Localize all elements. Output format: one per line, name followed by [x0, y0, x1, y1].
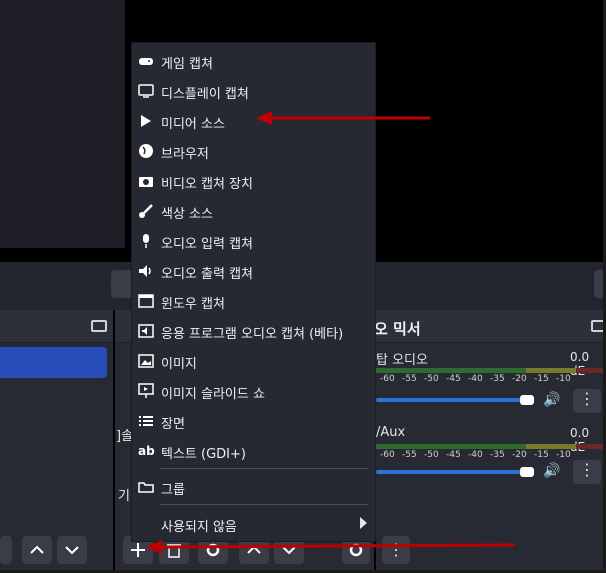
menu-item-label: 브라우저 [161, 147, 209, 162]
meter-tick: -15 [534, 374, 549, 384]
meter-tick: -10 [556, 450, 571, 460]
menu-item-label: 텍스트 (GDI+) [161, 447, 246, 462]
menu-item-label: 비디오 캡쳐 장치 [161, 177, 253, 192]
menu-item-label: 이미지 슬라이드 쇼 [161, 387, 265, 402]
meter-tick: -60 [380, 374, 395, 384]
meter-tick: -40 [468, 374, 483, 384]
preview-settings-button[interactable] [111, 270, 133, 298]
mixer-channel-name: /Aux [376, 425, 406, 440]
speaker-icon[interactable]: 🔊 [543, 392, 560, 408]
menu-item-scene[interactable]: 장면 [132, 406, 375, 436]
menu-item-game-capture[interactable]: 게임 캡쳐 [132, 46, 375, 76]
menu-item-label: 색상 소스 [161, 207, 213, 222]
meter-tick: -45 [446, 374, 461, 384]
scene-move-down-button[interactable] [57, 536, 87, 564]
menu-item-group[interactable]: 그룹 [132, 472, 375, 502]
volume-meter [376, 444, 603, 449]
menu-item-label: 오디오 입력 캡쳐 [161, 237, 253, 252]
submenu-arrow-icon [360, 517, 367, 529]
meter-tick: -15 [534, 450, 549, 460]
menu-item-audio-input-capture[interactable]: 오디오 입력 캡쳐 [132, 226, 375, 256]
menu-item-video-capture-device[interactable]: 비디오 캡쳐 장치 [132, 166, 375, 196]
menu-separator [160, 504, 368, 505]
annotation-arrow-icon [146, 540, 516, 554]
volume-meter [376, 368, 603, 373]
chevron-up-icon [30, 545, 44, 554]
folder-icon [138, 479, 154, 495]
scene-item-selected[interactable] [0, 347, 107, 378]
menu-item-label: 게임 캡쳐 [161, 57, 213, 72]
meter-tick: -60 [380, 450, 395, 460]
scene-move-up-button[interactable] [22, 536, 52, 564]
menu-item-image[interactable]: 이미지 [132, 346, 375, 376]
volume-slider[interactable] [376, 470, 526, 474]
preview-canvas-bottom [376, 248, 605, 262]
meter-tick: -45 [446, 450, 461, 460]
chevron-down-icon [65, 546, 79, 555]
meter-tick: -20 [512, 374, 527, 384]
meter-tick: -20 [512, 450, 527, 460]
volume-slider[interactable] [376, 398, 526, 402]
microphone-icon [138, 233, 154, 249]
menu-item-label: 사용되지 않음 [161, 520, 237, 535]
mixer-channel-name: 탑 오디오 [376, 353, 428, 368]
source-item-label: 기 [118, 489, 130, 504]
meter-tick: -50 [424, 374, 439, 384]
meter-tick: -55 [402, 450, 417, 460]
menu-item-application-audio-capture[interactable]: 응용 프로그램 오디오 캡쳐 (베타) [132, 316, 375, 346]
meter-scale: -60 -55 -50 -45 -40 -35 -20 -15 -10 [376, 374, 576, 386]
meter-tick: -55 [402, 374, 417, 384]
paintbrush-icon [138, 203, 154, 219]
image-icon [138, 353, 154, 369]
text-icon: ab [138, 444, 155, 458]
menu-item-label: 윈도우 캡쳐 [161, 297, 225, 312]
menu-item-label: 미디어 소스 [161, 117, 225, 132]
list-icon [138, 413, 154, 429]
globe-icon [138, 143, 154, 159]
menu-item-label: 응용 프로그램 오디오 캡쳐 (베타) [161, 327, 344, 342]
menu-item-window-capture[interactable]: 윈도우 캡쳐 [132, 286, 375, 316]
meter-tick: -10 [556, 374, 571, 384]
monitor-icon [138, 83, 154, 99]
audio-mixer-title: 오 믹서 [374, 320, 421, 338]
slideshow-icon [138, 383, 154, 399]
scene-remove-button[interactable] [0, 536, 12, 564]
window-icon [138, 293, 154, 309]
menu-item-deprecated[interactable]: 사용되지 않음 [132, 509, 375, 539]
meter-tick: -40 [468, 450, 483, 460]
speaker-icon[interactable]: 🔊 [543, 463, 560, 479]
menu-item-image-slideshow[interactable]: 이미지 슬라이드 쇼 [132, 376, 375, 406]
menu-item-browser[interactable]: 브라우저 [132, 136, 375, 166]
channel-menu-button[interactable]: ⋮ [573, 460, 601, 484]
gamepad-icon [138, 53, 154, 69]
camera-icon [138, 173, 154, 189]
undock-icon[interactable] [91, 320, 107, 332]
meter-tick: -35 [490, 374, 505, 384]
menu-item-label: 오디오 출력 캡쳐 [161, 267, 253, 282]
channel-menu-button[interactable]: ⋮ [573, 389, 601, 413]
preview-canvas-left [0, 0, 125, 248]
meter-scale: -60 -55 -50 -45 -40 -35 -20 -15 -10 [376, 450, 576, 462]
meter-tick: -50 [424, 450, 439, 460]
menu-item-color-source[interactable]: 색상 소스 [132, 196, 375, 226]
menu-item-label: 장면 [161, 417, 185, 432]
annotation-arrow-icon [256, 111, 430, 125]
app-audio-icon [138, 323, 154, 339]
volume-slider-handle[interactable] [520, 467, 534, 477]
menu-item-label: 그룹 [161, 483, 185, 498]
menu-separator [160, 468, 368, 469]
menu-item-audio-output-capture[interactable]: 오디오 출력 캡쳐 [132, 256, 375, 286]
speaker-icon [138, 263, 154, 279]
menu-item-label: 디스플레이 캡쳐 [161, 87, 249, 102]
volume-slider-handle[interactable] [520, 395, 534, 405]
meter-tick: -35 [490, 450, 505, 460]
menu-item-display-capture[interactable]: 디스플레이 캡쳐 [132, 76, 375, 106]
play-icon [138, 113, 154, 129]
menu-item-text-gdi[interactable]: ab 텍스트 (GDI+) [132, 436, 375, 466]
menu-item-label: 이미지 [161, 357, 197, 372]
